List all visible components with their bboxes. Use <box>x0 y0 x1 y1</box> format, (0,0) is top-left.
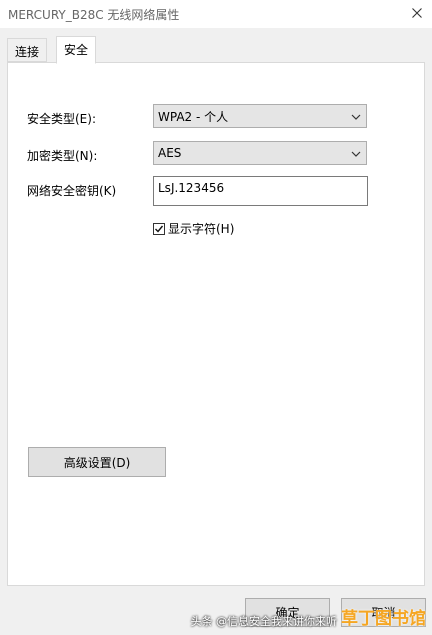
advanced-settings-button[interactable]: 高级设置(D) <box>28 447 166 477</box>
encryption-type-value: AES <box>158 146 182 160</box>
network-key-input[interactable]: LsJ.123456 <box>153 176 368 206</box>
show-characters-label: 显示字符(H) <box>168 222 235 236</box>
checkmark-icon <box>155 225 164 233</box>
network-key-label: 网络安全密钥(K) <box>27 184 117 198</box>
encryption-type-label: 加密类型(N): <box>27 149 98 163</box>
show-characters-checkbox[interactable]: 显示字符(H) <box>153 220 234 237</box>
encryption-type-dropdown[interactable]: AES <box>153 141 367 165</box>
chevron-down-icon <box>351 111 361 121</box>
checkbox-box[interactable] <box>153 222 165 235</box>
chevron-down-icon <box>351 148 361 158</box>
security-type-label: 安全类型(E): <box>27 112 96 126</box>
security-type-dropdown[interactable]: WPA2 - 个人 <box>153 104 367 128</box>
security-type-value: WPA2 - 个人 <box>158 109 229 124</box>
